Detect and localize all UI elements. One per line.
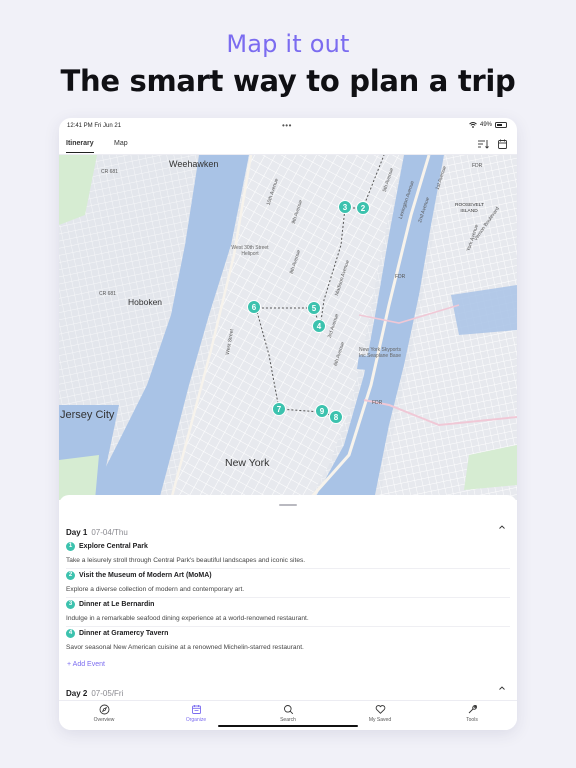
wifi-icon [469, 122, 477, 128]
event-title: Visit the Museum of Modern Art (MoMA) [79, 572, 212, 579]
event-description: Explore a diverse collection of modern a… [66, 586, 245, 593]
top-tab-bar: Itinerary Map [59, 134, 517, 155]
event-number: 2 [66, 571, 75, 580]
tab-tools-label: Tools [466, 717, 478, 723]
map-label-fdr-north: FDR [472, 163, 483, 169]
map-canvas[interactable] [59, 155, 517, 500]
calendar-edit-icon[interactable] [497, 138, 509, 150]
tab-map[interactable]: Map [114, 140, 128, 152]
event-title: Dinner at Le Bernardin [79, 601, 155, 608]
compass-icon [99, 704, 109, 715]
map-pin-4[interactable]: 4 [312, 319, 326, 333]
add-event-button[interactable]: + Add Event [67, 661, 105, 668]
event-description: Indulge in a remarkable seafood dining e… [66, 615, 309, 622]
status-time: 12:41 PM Fri Jun 21 [67, 123, 122, 129]
sheet-drag-handle[interactable] [279, 504, 297, 506]
tab-organize-label: Organize [185, 717, 207, 723]
map-label-weehawken: Weehawken [169, 159, 219, 169]
map-label-roosevelt-island: ROOSEVELT ISLAND [455, 203, 484, 214]
map-label-heliport: West 30th Street Heliport [231, 245, 269, 257]
battery-icon [495, 122, 507, 128]
heart-icon [375, 705, 385, 714]
status-bar: 12:41 PM Fri Jun 21 ••• 49% [59, 118, 517, 134]
day-1-title: Day 1 [66, 528, 88, 537]
day-2-date: 07-05/Fri [91, 689, 124, 698]
map-pin-3[interactable]: 3 [338, 200, 352, 214]
map-label-seaplane: New York Skyports Inc Seaplane Base [359, 347, 401, 359]
day-1-header[interactable]: Day 1 07-04/Thu [66, 522, 510, 537]
sort-icon[interactable] [477, 138, 489, 150]
event-number: 4 [66, 629, 75, 638]
map-label-hoboken: Hoboken [128, 297, 163, 307]
home-indicator[interactable] [218, 725, 358, 727]
map-label-jersey-city: Jersey City [60, 409, 115, 421]
status-indicators: 49% [469, 122, 507, 128]
map-label-fdr-mid: FDR [395, 274, 406, 280]
tab-organize[interactable]: Organize [166, 704, 226, 723]
tab-overview[interactable]: Overview [74, 704, 134, 723]
headline-title: The smart way to plan a trip [60, 64, 516, 98]
day-1-date: 07-04/Thu [91, 528, 128, 537]
event-number: 3 [66, 600, 75, 609]
day-2-header[interactable]: Day 2 07-05/Fri [66, 683, 510, 698]
chevron-up-icon[interactable] [498, 523, 506, 531]
battery-percent: 49% [479, 122, 492, 128]
list-item-event-4[interactable]: 4 Dinner at Gramercy Tavern Savor season… [66, 627, 510, 656]
day-2-title: Day 2 [66, 689, 88, 698]
itinerary-sheet: Day 1 07-04/Thu 1 Explore Central Park Ta… [59, 495, 517, 700]
tab-overview-label: Overview [93, 717, 115, 723]
headline-subtitle: Map it out [226, 30, 350, 58]
map-pin-9[interactable]: 9 [315, 404, 329, 418]
calendar-icon [191, 705, 201, 714]
list-item-event-2[interactable]: 2 Visit the Museum of Modern Art (MoMA) … [66, 569, 510, 598]
map-label-fdr-south: FDR [372, 400, 383, 406]
tab-my-saved-label: My Saved [368, 717, 392, 723]
headline: Map it out The smart way to plan a trip [0, 30, 576, 98]
multitask-dots-icon[interactable]: ••• [282, 121, 292, 130]
tab-search[interactable]: Search [258, 704, 318, 723]
list-item-event-1[interactable]: 1 Explore Central Park Take a leisurely … [66, 540, 510, 569]
search-icon [283, 705, 293, 715]
event-title: Explore Central Park [79, 543, 148, 550]
event-description: Take a leisurely stroll through Central … [66, 557, 306, 564]
tab-itinerary[interactable]: Itinerary [66, 140, 94, 153]
map-pin-6[interactable]: 6 [247, 300, 261, 314]
event-number: 1 [66, 542, 75, 551]
list-item-event-3[interactable]: 3 Dinner at Le Bernardin Indulge in a re… [66, 598, 510, 627]
event-description: Savor seasonal New American cuisine at a… [66, 644, 304, 651]
city-map[interactable]: Weehawken Hoboken Jersey City New York R… [59, 155, 517, 500]
park-green-sw [59, 455, 99, 500]
chevron-up-icon[interactable] [498, 684, 506, 692]
tab-search-label: Search [280, 717, 296, 723]
wrench-icon [468, 705, 477, 714]
map-pin-8[interactable]: 8 [329, 410, 343, 424]
map-pin-5[interactable]: 5 [307, 301, 321, 315]
tablet-screen: 12:41 PM Fri Jun 21 ••• 49% Itinerary Ma… [59, 118, 517, 730]
map-label-new-york: New York [225, 457, 270, 469]
map-label-cr681: CR 681 [101, 169, 118, 175]
tab-my-saved[interactable]: My Saved [350, 704, 410, 723]
tab-tools[interactable]: Tools [442, 704, 502, 723]
map-pin-7[interactable]: 7 [272, 402, 286, 416]
event-title: Dinner at Gramercy Tavern [79, 630, 169, 637]
map-pin-2[interactable]: 2 [356, 201, 370, 215]
map-label-cr681-south: CR 681 [99, 291, 116, 297]
